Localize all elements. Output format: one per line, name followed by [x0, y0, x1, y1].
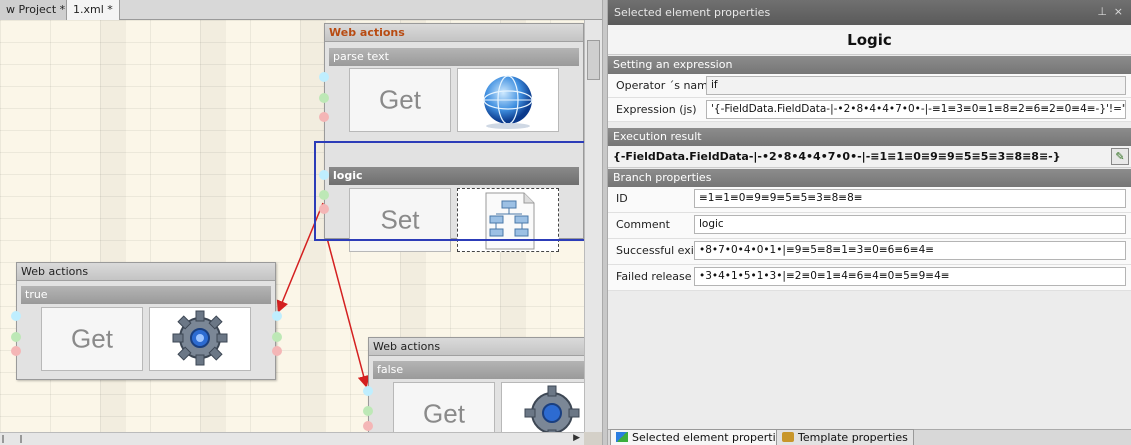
block-header: Web actions	[369, 338, 584, 356]
tab-label: Selected element properties	[632, 431, 789, 444]
id-field[interactable]: ≡1≡1≡0≡9≡9≡5≡5≡3≡8≡8≡	[694, 189, 1126, 208]
parse-text-title[interactable]: parse text	[329, 48, 579, 66]
panel-bottom-tabs: Selected element properties Template pro…	[608, 429, 1131, 445]
successful-exit-label: Successful exit	[616, 244, 699, 257]
gear-tile[interactable]	[501, 382, 584, 432]
tab-1-xml[interactable]: 1.xml *	[66, 0, 120, 20]
gear-icon	[172, 310, 228, 366]
execution-result-value: {-FieldData.FieldData-|-•2•8•4•4•7•0•-|-…	[613, 150, 1061, 163]
input-port[interactable]	[11, 311, 21, 321]
success-port[interactable]	[272, 332, 282, 342]
block-header: Web actions	[17, 263, 275, 281]
expression-label: Expression (js)	[616, 103, 697, 116]
comment-field[interactable]: logic	[694, 215, 1126, 234]
globe-tile[interactable]	[457, 68, 559, 132]
tile-label: Get	[71, 323, 113, 354]
success-port[interactable]	[319, 190, 329, 200]
operator-field[interactable]: if	[706, 76, 1126, 95]
element-heading: Logic	[608, 25, 1131, 55]
tab-template-properties[interactable]: Template properties	[776, 429, 914, 445]
id-row: ID ≡1≡1≡0≡9≡9≡5≡5≡3≡8≡8≡	[608, 187, 1131, 213]
close-icon[interactable]: ×	[1114, 5, 1123, 18]
web-actions-block-false[interactable]: Web actions false Get	[368, 337, 584, 432]
selection-frame	[314, 141, 584, 241]
section-setting-expression: Setting an expression	[608, 56, 1131, 74]
fail-port[interactable]	[272, 346, 282, 356]
parse-text-get-tile[interactable]: Get	[349, 68, 451, 132]
tile-label: Get	[423, 398, 465, 429]
scroll-thumb[interactable]	[587, 40, 600, 80]
success-port[interactable]	[319, 93, 329, 103]
fail-port[interactable]	[11, 346, 21, 356]
tab-selected-element-properties[interactable]: Selected element properties	[610, 429, 795, 445]
tab-project[interactable]: w Project *	[0, 0, 73, 20]
true-get-tile[interactable]: Get	[41, 307, 143, 371]
scroll-grip-icon[interactable]	[2, 435, 22, 443]
block-header: Web actions	[325, 24, 583, 42]
output-port[interactable]	[272, 311, 282, 321]
edit-result-button[interactable]: ✎	[1111, 148, 1129, 165]
pin-icon[interactable]: ⊥	[1097, 5, 1107, 18]
id-label: ID	[616, 192, 628, 205]
failed-release-field[interactable]: •3•4•1•5•1•3•|≡2≡0≡1≡4≡6≡4≡0≡5≡9≡4≡	[694, 267, 1126, 286]
true-branch-title[interactable]: true	[21, 286, 271, 304]
panel-title: Selected element properties	[614, 6, 771, 19]
web-actions-block-true[interactable]: Web actions true Get	[16, 262, 276, 380]
fail-port[interactable]	[363, 421, 373, 431]
input-port[interactable]	[319, 170, 329, 180]
tab-label: Template properties	[798, 431, 908, 444]
document-tabs: w Project * 1.xml *	[0, 0, 606, 20]
comment-row: Comment logic	[608, 213, 1131, 239]
successful-exit-row: Successful exit •8•7•0•4•0•1•|≡9≡5≡8≡1≡3…	[608, 239, 1131, 265]
success-port[interactable]	[363, 406, 373, 416]
execution-result-row: {-FieldData.FieldData-|-•2•8•4•4•7•0•-|-…	[608, 146, 1131, 168]
workflow-canvas[interactable]: Web actions parse text Get logic Set Web…	[0, 20, 584, 432]
operator-label: Operator ´s name	[616, 79, 715, 92]
section-branch-properties: Branch properties	[608, 169, 1131, 187]
branch-properties: ID ≡1≡1≡0≡9≡9≡5≡5≡3≡8≡8≡ Comment logic S…	[608, 187, 1131, 291]
scroll-right-icon[interactable]: ▶	[573, 433, 580, 443]
properties-panel: Selected element properties ⊥ × Logic Se…	[608, 0, 1131, 445]
template-icon	[782, 432, 794, 442]
globe-icon	[483, 75, 533, 129]
input-port[interactable]	[363, 386, 373, 396]
comment-label: Comment	[616, 218, 670, 231]
fail-port[interactable]	[319, 204, 329, 214]
properties-icon	[616, 432, 628, 442]
expression-field[interactable]: '{-FieldData.FieldData-|-•2•8•4•4•7•0•-|…	[706, 100, 1126, 119]
gear-icon	[524, 385, 580, 432]
canvas-vertical-scrollbar[interactable]	[584, 20, 602, 432]
input-port[interactable]	[319, 72, 329, 82]
failed-release-row: Failed release •3•4•1•5•1•3•|≡2≡0≡1≡4≡6≡…	[608, 265, 1131, 291]
success-port[interactable]	[11, 332, 21, 342]
tile-label: Get	[379, 84, 421, 115]
false-get-tile[interactable]: Get	[393, 382, 495, 432]
section-execution-result: Execution result	[608, 128, 1131, 146]
canvas-horizontal-scrollbar[interactable]: ▶	[0, 432, 584, 445]
failed-release-label: Failed release	[616, 270, 692, 283]
gear-tile[interactable]	[149, 307, 251, 371]
panel-titlebar: Selected element properties ⊥ ×	[608, 0, 1131, 25]
arrow-to-false	[326, 237, 370, 388]
fail-port[interactable]	[319, 112, 329, 122]
false-branch-title[interactable]: false	[373, 361, 584, 379]
expression-row: Expression (js) '{-FieldData.FieldData-|…	[608, 98, 1131, 122]
successful-exit-field[interactable]: •8•7•0•4•0•1•|≡9≡5≡8≡1≡3≡0≡6≡6≡4≡	[694, 241, 1126, 260]
operator-row: Operator ´s name if	[608, 74, 1131, 98]
